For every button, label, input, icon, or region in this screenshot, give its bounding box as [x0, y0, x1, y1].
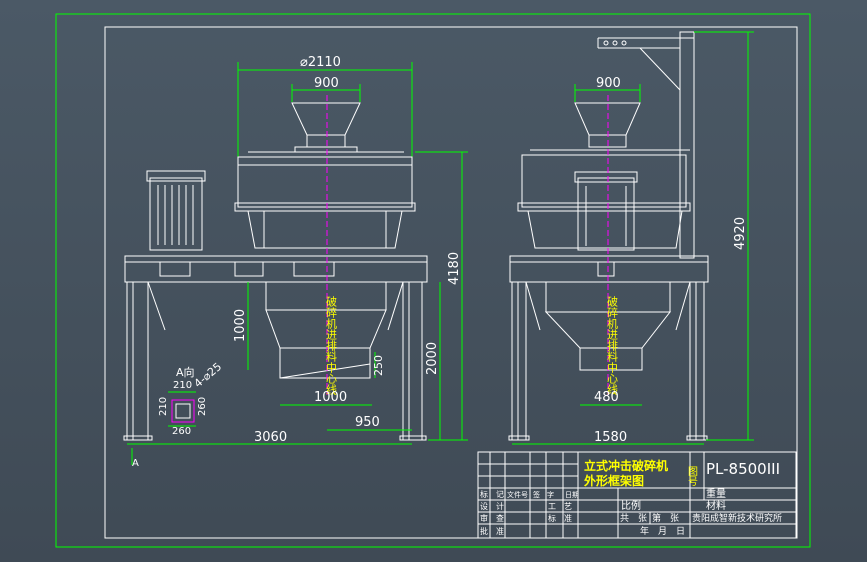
drawing-no-label: 图号	[686, 466, 698, 487]
dim-outlet: 250	[372, 355, 385, 376]
svg-text:材料: 材料	[706, 499, 726, 512]
drawing-subtitle: 外形框架图	[584, 473, 644, 488]
arrow-a: A	[132, 458, 139, 469]
svg-text:年 月 日: 年 月 日	[640, 525, 685, 537]
drawing-number: PL-8500III	[706, 460, 780, 478]
drawing-sheet: ⌀2110 900 破碎机进排料中心线 4180 2000 1000 1000 …	[55, 13, 811, 548]
svg-text:签 字: 签 字	[533, 490, 554, 499]
svg-text:设 计: 设 计	[480, 501, 504, 511]
svg-text:审 查: 审 查	[480, 513, 504, 523]
institute: 贵阳成智新技术研究所	[692, 512, 782, 524]
svg-text:破碎机进排料中心线: 破碎机进排料中心线	[606, 295, 619, 395]
svg-text:文件号: 文件号	[507, 490, 528, 499]
title-block: 立式冲击破碎机 外形框架图 图号 PL-8500III 重量 材料 比例 共 张…	[477, 451, 797, 539]
svg-text:260: 260	[172, 426, 191, 437]
dim-r-top-width: 900	[596, 76, 621, 91]
a-hole-label: 4-⌀25	[192, 360, 225, 390]
front-view: ⌀2110 900 破碎机进排料中心线 4180 2000 1000 1000 …	[123, 55, 468, 469]
svg-text:重量: 重量	[706, 487, 726, 500]
svg-text:日期: 日期	[565, 491, 579, 499]
centerline-label-left: 破碎机进排料中心线	[325, 295, 338, 395]
dim-dia: ⌀2110	[300, 55, 341, 70]
svg-text:210: 210	[158, 397, 169, 416]
dim-h-frame: 2000	[425, 342, 440, 375]
side-view: 900 破碎机进排料中心线 4920 480 1580	[508, 31, 754, 445]
a-view-label: A向	[176, 365, 195, 379]
svg-text:210: 210	[173, 380, 192, 391]
centerline-label-right: 破碎机进排料中心线	[606, 295, 619, 395]
drawing-title: 立式冲击破碎机	[584, 458, 668, 473]
dim-w-base: 3060	[254, 430, 287, 445]
dim-r-h-total: 4920	[733, 217, 748, 250]
svg-text:第 张: 第 张	[652, 512, 679, 524]
svg-text:破碎机进排料中心线: 破碎机进排料中心线	[325, 295, 338, 395]
dim-h-cone: 1000	[233, 309, 248, 342]
cad-viewport: ⌀2110 900 破碎机进排料中心线 4180 2000 1000 1000 …	[0, 0, 867, 562]
svg-text:批 准: 批 准	[480, 526, 504, 536]
dim-h-total: 4180	[447, 252, 462, 285]
svg-text:共 张: 共 张	[620, 513, 647, 524]
dim-w-cone: 1000	[314, 390, 347, 405]
svg-text:比例: 比例	[621, 499, 641, 512]
svg-text:260: 260	[197, 397, 208, 416]
svg-text:标 记: 标 记	[480, 489, 504, 499]
svg-text:工 艺: 工 艺	[548, 502, 572, 511]
sheet-border-outer	[55, 13, 811, 548]
dim-r-outlet: 480	[594, 390, 619, 405]
dim-w-outlet: 950	[355, 415, 380, 430]
svg-text:标 准: 标 准	[548, 513, 572, 523]
dim-r-base: 1580	[594, 430, 627, 445]
dim-top-width: 900	[314, 76, 339, 91]
